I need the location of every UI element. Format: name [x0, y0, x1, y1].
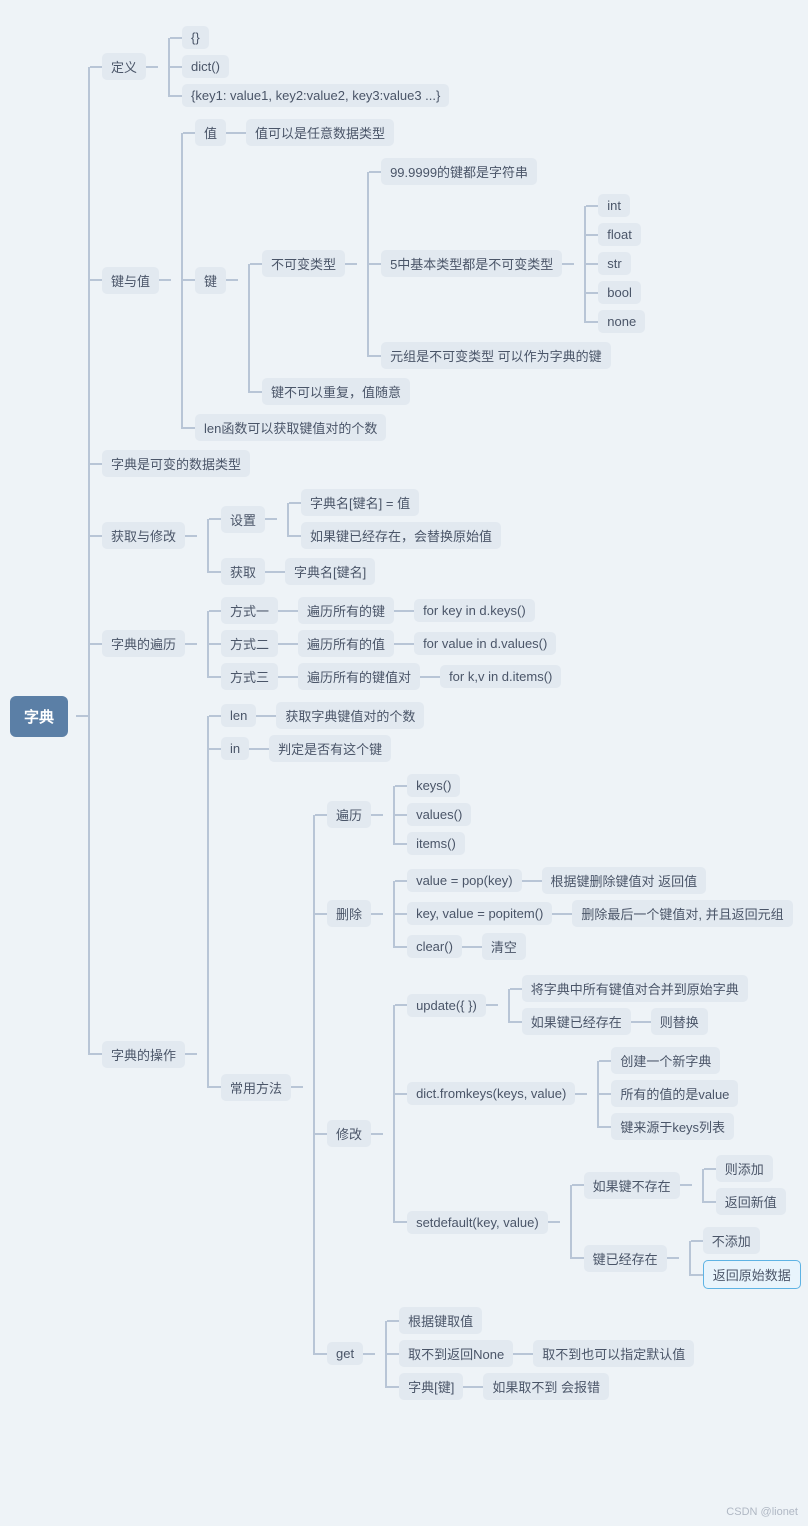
node-type-bool: bool — [598, 281, 641, 304]
node-sd-absent: 如果键不存在 — [584, 1172, 680, 1199]
node-key[interactable]: 键 — [195, 267, 226, 294]
node-items: items() — [407, 832, 465, 855]
node-iterate[interactable]: 字典的遍历 — [102, 630, 185, 657]
node-definition[interactable]: 定义 — [102, 53, 146, 80]
node-def-braces[interactable]: {} — [182, 26, 209, 49]
node-m-delete[interactable]: 删除 — [327, 900, 371, 927]
mindmap-root-container: 字典 定义 {} dict() {key1: value1, key2:valu… — [10, 20, 798, 1412]
node-clear-desc: 清空 — [482, 933, 526, 960]
node-update-exist: 如果键已经存在 — [522, 1008, 631, 1035]
node-popitem: key, value = popitem() — [407, 902, 552, 925]
node-clear: clear() — [407, 935, 462, 958]
node-operations[interactable]: 字典的操作 — [102, 1041, 185, 1068]
node-sd-return-new: 返回新值 — [716, 1188, 786, 1215]
node-way1-code: for key in d.keys() — [414, 599, 535, 622]
node-m-get[interactable]: get — [327, 1342, 363, 1365]
node-fromkeys-new: 创建一个新字典 — [611, 1047, 720, 1074]
node-get-error: 如果取不到 会报错 — [483, 1373, 609, 1400]
node-fromkeys-val: 所有的值的是value — [611, 1080, 738, 1107]
node-def-literal[interactable]: {key1: value1, key2:value2, key3:value3 … — [182, 84, 449, 107]
node-popitem-desc: 删除最后一个键值对, 并且返回元组 — [572, 900, 792, 927]
node-type-float: float — [598, 223, 641, 246]
node-get-default: 取不到也可以指定默认值 — [533, 1340, 694, 1367]
node-update-merge: 将字典中所有键值对合并到原始字典 — [522, 975, 748, 1002]
node-set-syntax: 字典名[键名] = 值 — [301, 489, 419, 516]
node-way3-desc: 遍历所有的键值对 — [298, 663, 420, 690]
node-update: update({ }) — [407, 994, 486, 1017]
node-get-none: 取不到返回None — [399, 1340, 513, 1367]
node-op-in[interactable]: in — [221, 737, 249, 760]
node-get[interactable]: 获取 — [221, 558, 265, 585]
node-values: values() — [407, 803, 471, 826]
node-get-bracket: 字典[键] — [399, 1373, 463, 1400]
node-sd-present: 键已经存在 — [584, 1245, 667, 1272]
node-pop: value = pop(key) — [407, 869, 521, 892]
node-fromkeys: dict.fromkeys(keys, value) — [407, 1082, 575, 1105]
root-node[interactable]: 字典 — [10, 696, 68, 737]
node-op-len[interactable]: len — [221, 704, 256, 727]
node-way2[interactable]: 方式二 — [221, 630, 278, 657]
node-pop-desc: 根据键删除键值对 返回值 — [542, 867, 707, 894]
root-children: 定义 {} dict() {key1: value1, key2:value2,… — [88, 20, 801, 1412]
node-way2-desc: 遍历所有的值 — [298, 630, 394, 657]
node-def-dict[interactable]: dict() — [182, 55, 229, 78]
node-get-syntax: 字典名[键名] — [285, 558, 375, 585]
node-type-none: none — [598, 310, 645, 333]
node-common-methods[interactable]: 常用方法 — [221, 1074, 291, 1101]
node-type-int: int — [598, 194, 630, 217]
node-mutable: 字典是可变的数据类型 — [102, 450, 250, 477]
node-get-set[interactable]: 获取与修改 — [102, 522, 185, 549]
node-no-repeat: 键不可以重复，值随意 — [262, 378, 410, 405]
node-key-value[interactable]: 键与值 — [102, 267, 159, 294]
node-op-in-desc: 判定是否有这个键 — [269, 735, 391, 762]
node-get-bykey: 根据键取值 — [399, 1307, 482, 1334]
node-set[interactable]: 设置 — [221, 506, 265, 533]
node-update-replace: 则替换 — [651, 1008, 708, 1035]
node-fromkeys-keys: 键来源于keys列表 — [611, 1113, 734, 1140]
node-sd-return-orig[interactable]: 返回原始数据 — [703, 1260, 801, 1289]
node-immutable[interactable]: 不可变类型 — [262, 250, 345, 277]
node-sd-add: 则添加 — [716, 1155, 773, 1182]
node-set-replace: 如果键已经存在，会替换原始值 — [301, 522, 501, 549]
node-value[interactable]: 值 — [195, 119, 226, 146]
node-way1-desc: 遍历所有的键 — [298, 597, 394, 624]
node-sd-noadd: 不添加 — [703, 1227, 760, 1254]
node-way3-code: for k,v in d.items() — [440, 665, 561, 688]
node-type-str: str — [598, 252, 630, 275]
node-len-pairs: len函数可以获取键值对的个数 — [195, 414, 386, 441]
watermark: CSDN @lionet — [726, 1506, 798, 1518]
node-m-iter[interactable]: 遍历 — [327, 801, 371, 828]
node-op-len-desc: 获取字典键值对的个数 — [276, 702, 424, 729]
node-value-desc: 值可以是任意数据类型 — [246, 119, 394, 146]
node-most-str: 99.9999的键都是字符串 — [381, 158, 537, 185]
node-tuple-key: 元组是不可变类型 可以作为字典的键 — [381, 342, 611, 369]
node-5-basic[interactable]: 5中基本类型都是不可变类型 — [381, 250, 562, 277]
node-setdefault: setdefault(key, value) — [407, 1211, 548, 1234]
node-way1[interactable]: 方式一 — [221, 597, 278, 624]
node-m-modify[interactable]: 修改 — [327, 1120, 371, 1147]
node-way2-code: for value in d.values() — [414, 632, 556, 655]
node-keys: keys() — [407, 774, 460, 797]
node-way3[interactable]: 方式三 — [221, 663, 278, 690]
